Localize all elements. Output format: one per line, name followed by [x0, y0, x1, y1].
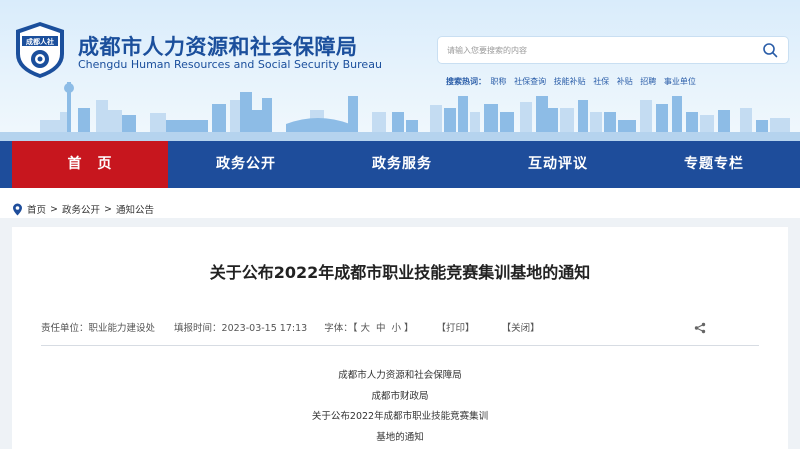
body-line: 成都市财政局 — [371, 391, 429, 402]
close-button[interactable]: 【关闭】 — [502, 320, 540, 334]
body-line: 成都市人力资源和社会保障局 — [338, 370, 462, 381]
site-subtitle-en: Chengdu Human Resources and Social Secur… — [78, 58, 382, 71]
nav-government-affairs-public[interactable]: 政务公开 — [168, 141, 324, 188]
article-meta: 责任单位：职业能力建设处 填报时间：2023-03-15 17:13 字体：【大… — [41, 320, 540, 334]
hot-word[interactable]: 技能补贴 — [554, 77, 586, 86]
article-title: 关于公布2022年成都市职业技能竞赛集训基地的通知 — [209, 263, 591, 282]
search-icon[interactable] — [762, 42, 778, 58]
breadcrumb-notices[interactable]: 通知公告 — [116, 202, 154, 216]
search-input[interactable] — [438, 37, 757, 63]
hot-word[interactable]: 事业单位 — [664, 77, 696, 86]
breadcrumb-separator: > — [104, 203, 112, 215]
meta-divider — [41, 345, 759, 346]
search-box — [438, 37, 788, 63]
breadcrumb: 首页 > 政务公开 > 通知公告 — [12, 202, 154, 216]
font-size-label: 字体：【 — [324, 323, 358, 334]
main-nav: 首 页 政务公开 政务服务 互动评议 专题专栏 — [0, 141, 800, 188]
nav-interactive-review[interactable]: 互动评议 — [480, 141, 636, 188]
hot-word[interactable]: 补贴 — [617, 77, 633, 86]
nav-government-services[interactable]: 政务服务 — [324, 141, 480, 188]
hot-search-words: 搜索热词： 职称 社保查询 技能补贴 社保 补贴 招聘 事业单位 — [446, 76, 701, 87]
site-header: 成都人社 成都市人力资源和社会保障局 Chengdu Human Resourc… — [0, 0, 800, 141]
breadcrumb-separator: > — [50, 203, 58, 215]
body-line: 基地的通知 — [376, 432, 424, 443]
hot-word[interactable]: 社保查询 — [514, 77, 546, 86]
nav-home[interactable]: 首 页 — [12, 141, 168, 188]
logo-lettering: 成都人社 — [26, 37, 54, 46]
body-line: 关于公布2022年成都市职业技能竞赛集训 — [311, 411, 489, 422]
font-size-end: 】 — [404, 323, 414, 334]
font-large-button[interactable]: 大 — [360, 320, 370, 334]
hot-word[interactable]: 社保 — [593, 77, 609, 86]
bureau-logo[interactable]: 成都人社 — [12, 20, 68, 80]
location-pin-icon — [13, 203, 22, 215]
hot-word[interactable]: 招聘 — [640, 77, 656, 86]
publish-date: 填报时间：2023-03-15 17:13 — [174, 323, 308, 334]
breadcrumb-government-affairs-public[interactable]: 政务公开 — [62, 202, 100, 216]
nav-special-topics[interactable]: 专题专栏 — [636, 141, 792, 188]
responsible-unit: 责任单位：职业能力建设处 — [41, 323, 156, 334]
site-title: 成都市人力资源和社会保障局 — [78, 35, 358, 59]
font-small-button[interactable]: 小 — [391, 320, 401, 334]
hot-word[interactable]: 职称 — [491, 77, 507, 86]
breadcrumb-home[interactable]: 首页 — [27, 202, 46, 216]
print-button[interactable]: 【打印】 — [437, 320, 475, 334]
font-medium-button[interactable]: 中 — [376, 320, 386, 334]
share-icon[interactable] — [694, 322, 706, 334]
hot-search-label: 搜索热词： — [446, 77, 486, 86]
